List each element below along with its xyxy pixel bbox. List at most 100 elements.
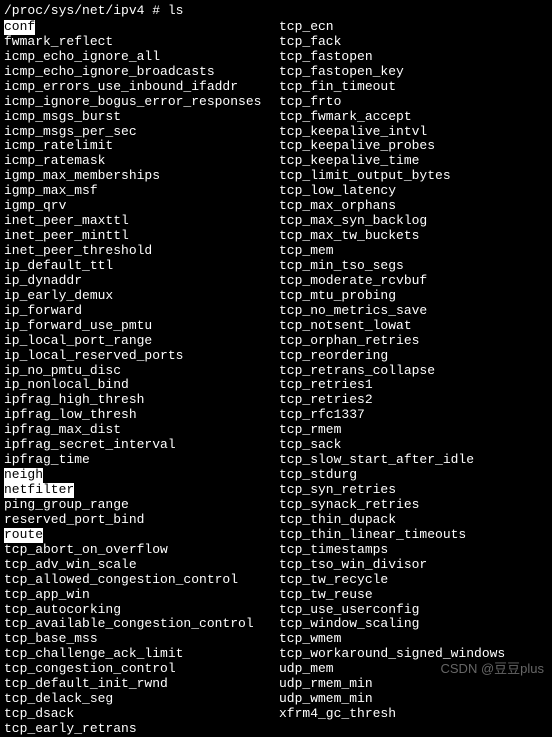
ls-entry: tcp_default_init_rwnd [4, 677, 279, 692]
ls-entry: tcp_frto [279, 95, 548, 110]
ls-entry: neigh [4, 468, 279, 483]
ls-entry: tcp_mtu_probing [279, 289, 548, 304]
ls-entry: tcp_retries1 [279, 378, 548, 393]
ls-entry: reserved_port_bind [4, 513, 279, 528]
ls-entry: tcp_no_metrics_save [279, 304, 548, 319]
ls-entry: inet_peer_maxttl [4, 214, 279, 229]
ls-entry: tcp_base_mss [4, 632, 279, 647]
ls-entry: tcp_early_retrans [4, 722, 279, 737]
ls-entry: ipfrag_time [4, 453, 279, 468]
ls-entry: ip_default_ttl [4, 259, 279, 274]
ls-entry: icmp_msgs_per_sec [4, 125, 279, 140]
ls-entry: tcp_tso_win_divisor [279, 558, 548, 573]
ls-column-right: tcp_ecntcp_facktcp_fastopentcp_fastopen_… [279, 20, 548, 737]
ls-entry: tcp_notsent_lowat [279, 319, 548, 334]
ls-entry: icmp_ratelimit [4, 139, 279, 154]
ls-entry: ipfrag_max_dist [4, 423, 279, 438]
ls-entry: netfilter [4, 483, 279, 498]
ls-entry: tcp_rmem [279, 423, 548, 438]
ls-entry: udp_rmem_min [279, 677, 548, 692]
ls-entry: tcp_thin_dupack [279, 513, 548, 528]
ls-entry: tcp_fwmark_accept [279, 110, 548, 125]
ls-entry: tcp_fin_timeout [279, 80, 548, 95]
ls-entry: tcp_low_latency [279, 184, 548, 199]
ls-entry: tcp_keepalive_intvl [279, 125, 548, 140]
ls-entry: tcp_app_win [4, 588, 279, 603]
ls-entry: tcp_keepalive_time [279, 154, 548, 169]
ls-entry: tcp_available_congestion_control [4, 617, 279, 632]
ls-entry: icmp_errors_use_inbound_ifaddr [4, 80, 279, 95]
ls-entry: tcp_use_userconfig [279, 603, 548, 618]
ls-entry: tcp_sack [279, 438, 548, 453]
ls-entry: tcp_keepalive_probes [279, 139, 548, 154]
ls-entry: route [4, 528, 279, 543]
ls-entry: tcp_autocorking [4, 603, 279, 618]
ls-entry: tcp_tw_recycle [279, 573, 548, 588]
ls-entry: tcp_moderate_rcvbuf [279, 274, 548, 289]
ls-entry: tcp_thin_linear_timeouts [279, 528, 548, 543]
ls-entry: tcp_challenge_ack_limit [4, 647, 279, 662]
ls-entry: ipfrag_secret_interval [4, 438, 279, 453]
ls-entry: tcp_fastopen_key [279, 65, 548, 80]
directory-entry: route [4, 528, 43, 543]
ls-entry: tcp_fastopen [279, 50, 548, 65]
ls-entry: tcp_orphan_retries [279, 334, 548, 349]
ls-entry: tcp_limit_output_bytes [279, 169, 548, 184]
ls-entry: tcp_syn_retries [279, 483, 548, 498]
directory-entry: conf [4, 20, 35, 35]
ls-entry: tcp_slow_start_after_idle [279, 453, 548, 468]
directory-entry: netfilter [4, 483, 74, 498]
watermark: CSDN @豆豆plus [441, 662, 545, 677]
ls-entry: tcp_abort_on_overflow [4, 543, 279, 558]
ls-output: conffwmark_reflecticmp_echo_ignore_allic… [4, 20, 548, 737]
ls-entry: ipfrag_low_thresh [4, 408, 279, 423]
ls-entry: tcp_fack [279, 35, 548, 50]
ls-entry: icmp_msgs_burst [4, 110, 279, 125]
ls-entry: ip_forward_use_pmtu [4, 319, 279, 334]
ls-entry: ip_early_demux [4, 289, 279, 304]
ls-column-left: conffwmark_reflecticmp_echo_ignore_allic… [4, 20, 279, 737]
ls-entry: ip_local_port_range [4, 334, 279, 349]
ls-entry: tcp_reordering [279, 349, 548, 364]
ls-entry: icmp_echo_ignore_all [4, 50, 279, 65]
ls-entry: tcp_window_scaling [279, 617, 548, 632]
shell-prompt[interactable]: /proc/sys/net/ipv4 # ls [4, 4, 548, 19]
ls-entry: tcp_allowed_congestion_control [4, 573, 279, 588]
ls-entry: tcp_retrans_collapse [279, 364, 548, 379]
ls-entry: tcp_mem [279, 244, 548, 259]
ls-entry: inet_peer_threshold [4, 244, 279, 259]
ls-entry: tcp_max_syn_backlog [279, 214, 548, 229]
ls-entry: tcp_workaround_signed_windows [279, 647, 548, 662]
ls-entry: tcp_timestamps [279, 543, 548, 558]
directory-entry: neigh [4, 468, 43, 483]
ls-entry: igmp_max_msf [4, 184, 279, 199]
ls-entry: ip_forward [4, 304, 279, 319]
ls-entry: tcp_congestion_control [4, 662, 279, 677]
ls-entry: tcp_delack_seg [4, 692, 279, 707]
ls-entry: tcp_ecn [279, 20, 548, 35]
ls-entry: tcp_max_orphans [279, 199, 548, 214]
ls-entry: tcp_stdurg [279, 468, 548, 483]
ls-entry: ping_group_range [4, 498, 279, 513]
ls-entry: tcp_rfc1337 [279, 408, 548, 423]
ls-entry: fwmark_reflect [4, 35, 279, 50]
ls-entry: xfrm4_gc_thresh [279, 707, 548, 722]
ls-entry: udp_wmem_min [279, 692, 548, 707]
ls-entry: tcp_min_tso_segs [279, 259, 548, 274]
ls-entry: tcp_tw_reuse [279, 588, 548, 603]
ls-entry: tcp_max_tw_buckets [279, 229, 548, 244]
ls-entry: inet_peer_minttl [4, 229, 279, 244]
ls-entry: ip_nonlocal_bind [4, 378, 279, 393]
ls-entry: ip_no_pmtu_disc [4, 364, 279, 379]
ls-entry: tcp_adv_win_scale [4, 558, 279, 573]
ls-entry: tcp_retries2 [279, 393, 548, 408]
ls-entry: tcp_dsack [4, 707, 279, 722]
ls-entry: ip_local_reserved_ports [4, 349, 279, 364]
ls-entry: igmp_max_memberships [4, 169, 279, 184]
ls-entry: conf [4, 20, 279, 35]
ls-entry: icmp_ignore_bogus_error_responses [4, 95, 279, 110]
ls-entry: igmp_qrv [4, 199, 279, 214]
ls-entry: tcp_wmem [279, 632, 548, 647]
ls-entry: tcp_synack_retries [279, 498, 548, 513]
ls-entry: icmp_ratemask [4, 154, 279, 169]
